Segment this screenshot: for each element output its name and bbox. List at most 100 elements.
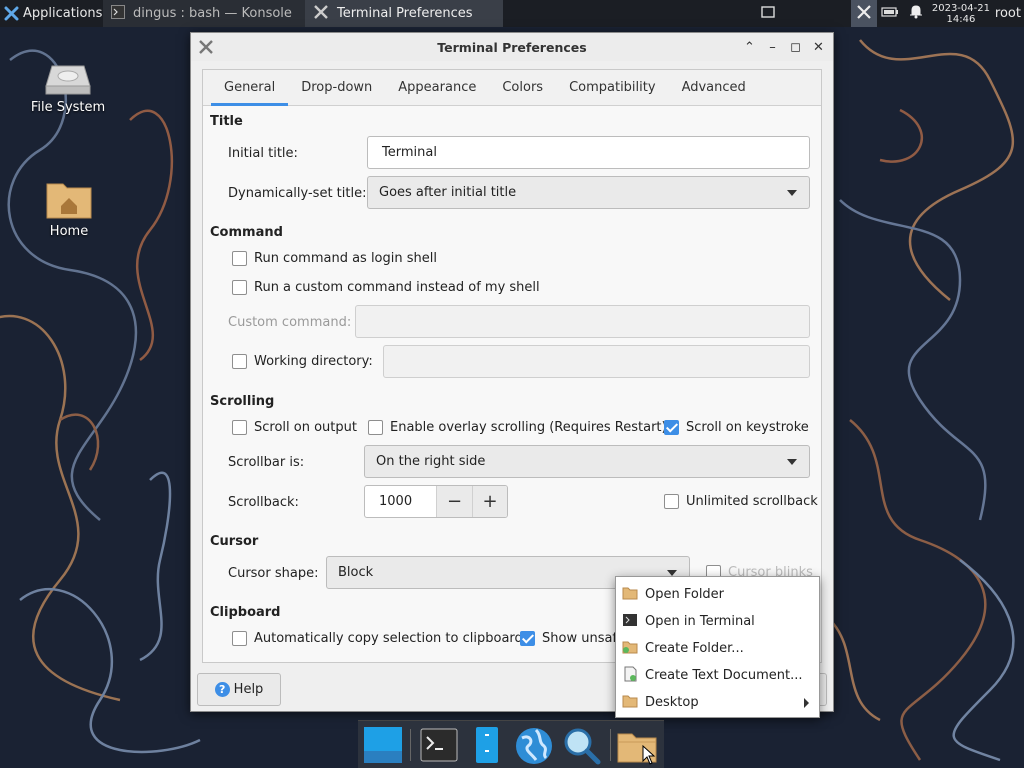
dock-show-desktop[interactable] xyxy=(362,724,404,766)
scrollback-increment-button[interactable]: + xyxy=(472,486,507,517)
help-button[interactable]: ? Help xyxy=(197,673,281,706)
menu-item-open-folder[interactable]: Open Folder xyxy=(616,581,819,608)
dock-terminal[interactable] xyxy=(418,724,460,766)
minimize-icon: – xyxy=(769,39,776,55)
initial-title-input[interactable]: Terminal xyxy=(367,136,810,169)
section-clipboard-heading: Clipboard xyxy=(210,605,281,620)
user-name[interactable]: root xyxy=(993,6,1024,21)
auto-copy-checkbox[interactable]: Automatically copy selection to clipboar… xyxy=(232,631,523,646)
window-minimize-button[interactable]: – xyxy=(764,37,781,57)
login-shell-checkbox[interactable]: Run command as login shell xyxy=(232,251,437,266)
dock-search[interactable] xyxy=(560,724,602,766)
overlay-scrolling-checkbox[interactable]: Enable overlay scrolling (Requires Resta… xyxy=(368,420,667,435)
taskbar-item-konsole[interactable]: dingus : bash — Konsole xyxy=(103,0,305,27)
close-icon: ✕ xyxy=(813,39,824,55)
scrollback-label: Scrollback: xyxy=(228,495,299,510)
checkbox-box xyxy=(664,494,679,509)
taskbar-item-label: dingus : bash — Konsole xyxy=(133,6,292,21)
scrollbar-position-combo[interactable]: On the right side xyxy=(364,445,810,478)
tab-advanced[interactable]: Advanced xyxy=(669,70,759,106)
cursor-shape-label: Cursor shape: xyxy=(228,566,319,581)
checkbox-label: Run a custom command instead of my shell xyxy=(254,280,540,295)
tab-colors[interactable]: Colors xyxy=(489,70,556,106)
checkbox-box xyxy=(232,354,247,369)
file-manager-icon xyxy=(466,727,508,768)
home-folder-icon xyxy=(45,176,93,220)
checkbox-box xyxy=(368,420,383,435)
checkbox-label: Run command as login shell xyxy=(254,251,437,266)
dock-file-manager[interactable] xyxy=(466,724,508,766)
terminal-icon xyxy=(418,728,460,768)
window-titlebar[interactable]: Terminal Preferences ⌃ – ◻ ✕ xyxy=(191,33,833,61)
tray-settings-button[interactable] xyxy=(850,0,877,27)
window-close-button[interactable]: ✕ xyxy=(810,37,827,57)
menu-item-create-text-document[interactable]: Create Text Document... xyxy=(616,662,819,689)
xfce-logo-icon xyxy=(4,6,19,21)
menu-item-label: Open Folder xyxy=(645,587,725,602)
scrollback-input[interactable]: 1000 xyxy=(365,486,437,517)
section-command-heading: Command xyxy=(210,225,283,240)
applications-menu[interactable]: Applications xyxy=(0,0,106,27)
window-shade-button[interactable]: ⌃ xyxy=(741,37,758,57)
dynamic-title-combo[interactable]: Goes after initial title xyxy=(367,176,810,209)
checkbox-box xyxy=(232,420,247,435)
window-title: Terminal Preferences xyxy=(437,39,587,55)
menu-item-create-folder[interactable]: Create Folder... xyxy=(616,635,819,662)
chevron-up-icon: ⌃ xyxy=(744,39,755,55)
unlimited-scrollback-checkbox[interactable]: Unlimited scrollback xyxy=(664,494,818,509)
working-directory-input[interactable] xyxy=(383,345,810,378)
dock xyxy=(358,720,664,768)
clock-time: 14:46 xyxy=(946,13,976,25)
menu-item-open-in-terminal[interactable]: Open in Terminal xyxy=(616,608,819,635)
combo-value: Goes after initial title xyxy=(379,185,517,200)
tab-appearance[interactable]: Appearance xyxy=(385,70,489,106)
show-desktop-button[interactable] xyxy=(755,0,781,27)
section-title-heading: Title xyxy=(210,114,243,129)
help-button-label: Help xyxy=(233,682,264,697)
custom-command-checkbox[interactable]: Run a custom command instead of my shell xyxy=(232,280,540,295)
initial-title-label: Initial title: xyxy=(228,146,298,161)
preferences-notebook: General Drop-down Appearance Colors Comp… xyxy=(202,69,822,663)
taskbar-item-terminal-preferences[interactable]: Terminal Preferences xyxy=(305,0,503,27)
applications-label: Applications xyxy=(23,6,103,21)
desktop-icon-home[interactable]: Home xyxy=(24,176,114,239)
new-folder-icon xyxy=(622,640,638,658)
top-panel: Applications dingus : bash — Konsole Ter… xyxy=(0,0,1024,27)
desktop-icon-file-system[interactable]: File System xyxy=(23,56,113,115)
scroll-on-output-checkbox[interactable]: Scroll on output xyxy=(232,420,357,435)
maximize-icon: ◻ xyxy=(790,39,801,55)
checkbox-box-checked xyxy=(664,420,679,435)
tab-general[interactable]: General xyxy=(211,70,289,106)
window-maximize-button[interactable]: ◻ xyxy=(787,37,804,57)
section-scrolling-heading: Scrolling xyxy=(210,394,275,409)
folder-icon xyxy=(622,586,638,604)
checkbox-box xyxy=(232,631,247,646)
minus-icon: − xyxy=(446,491,463,512)
checkbox-box xyxy=(232,280,247,295)
menu-item-label: Create Folder... xyxy=(645,641,744,656)
scroll-on-keystroke-checkbox[interactable]: Scroll on keystroke xyxy=(664,420,809,435)
tray-notifications-button[interactable] xyxy=(903,0,929,27)
working-directory-checkbox[interactable]: Working directory: xyxy=(232,354,373,369)
menu-item-label: Open in Terminal xyxy=(645,614,755,629)
custom-command-input[interactable] xyxy=(355,305,810,338)
section-cursor-heading: Cursor xyxy=(210,534,259,549)
clock-date: 2023-04-21 xyxy=(931,2,990,14)
help-icon: ? xyxy=(214,682,230,697)
tray-battery-button[interactable] xyxy=(877,0,903,27)
combo-value: Block xyxy=(338,565,374,580)
tools-icon xyxy=(856,4,872,24)
scrollback-decrement-button[interactable]: − xyxy=(437,486,472,517)
bell-icon xyxy=(909,4,923,23)
tools-icon xyxy=(313,4,329,24)
show-unsafe-paste-checkbox[interactable]: Show unsafe xyxy=(520,631,625,646)
desktop-icon xyxy=(362,727,404,768)
menu-item-desktop[interactable]: Desktop xyxy=(616,689,819,716)
tab-compatibility[interactable]: Compatibility xyxy=(556,70,669,106)
dock-web-browser[interactable] xyxy=(512,724,554,766)
tab-drop-down[interactable]: Drop-down xyxy=(288,70,385,106)
terminal-icon xyxy=(111,4,125,23)
clock[interactable]: 2023-04-21 14:46 xyxy=(929,3,993,25)
checkbox-label: Automatically copy selection to clipboar… xyxy=(254,631,523,646)
window-icon xyxy=(761,5,775,22)
